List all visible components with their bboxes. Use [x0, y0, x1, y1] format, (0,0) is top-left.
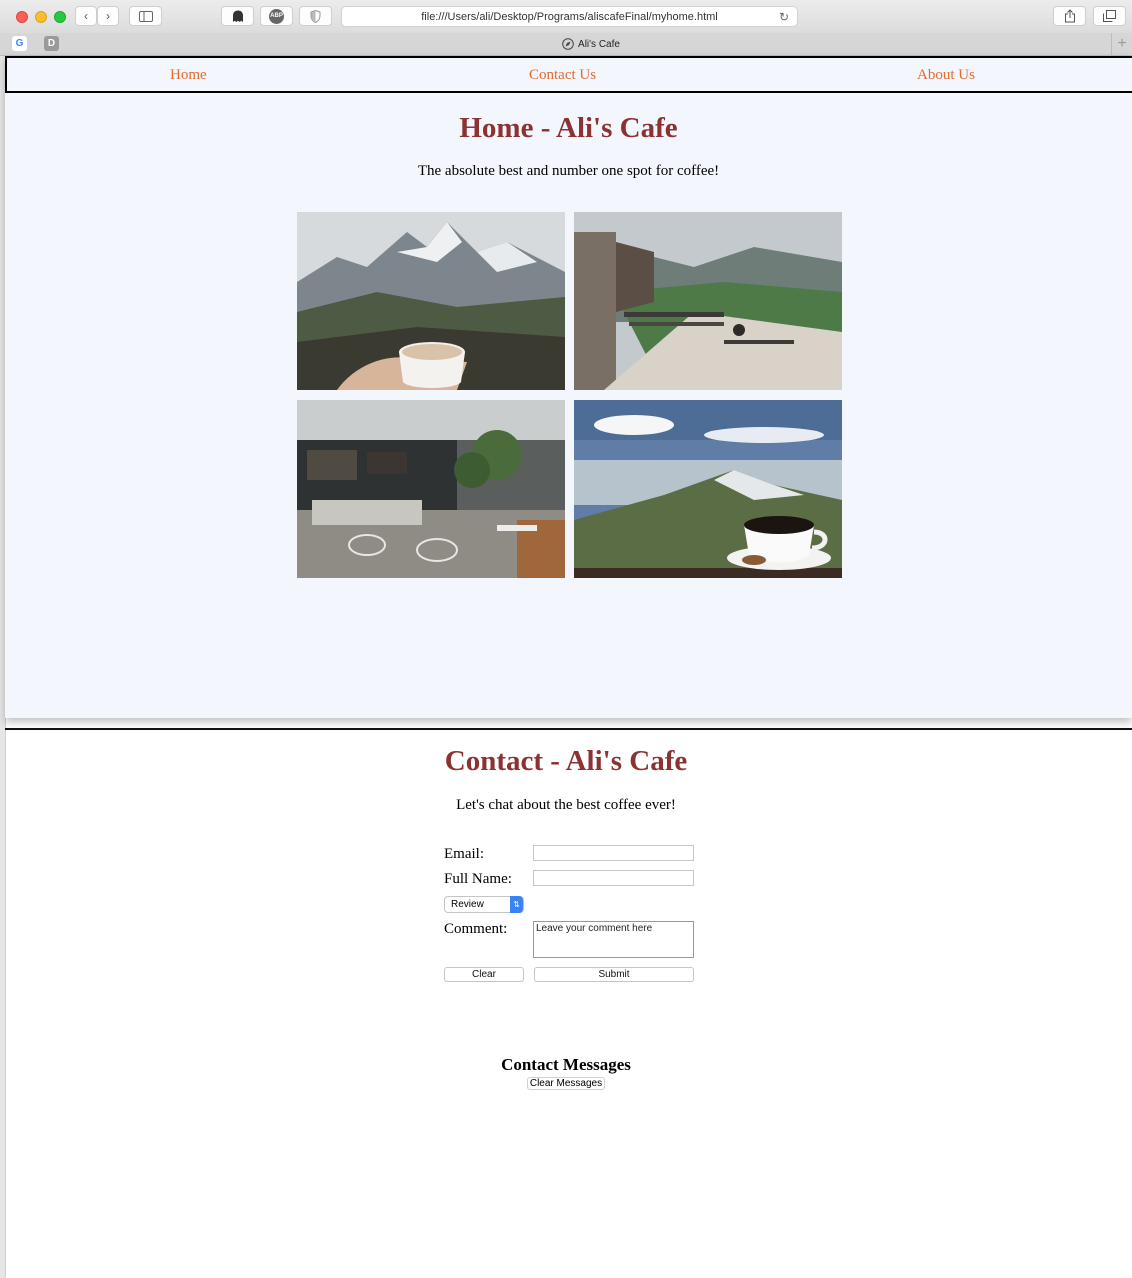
contact-tagline: Let's chat about the best coffee ever! [456, 797, 676, 813]
home-section: Home Contact Us About Us Home - Ali's Ca… [5, 56, 1132, 718]
comment-textarea[interactable]: Leave your comment here [533, 921, 694, 958]
fullname-label: Full Name: [444, 871, 512, 887]
sidebar-icon [138, 10, 153, 22]
compass-icon [562, 38, 574, 50]
balcony-mountain-view-photo [574, 212, 842, 390]
contact-messages-heading: Contact Messages [501, 1055, 631, 1074]
abp-icon: ABP [269, 8, 284, 24]
nav-home-link[interactable]: Home [170, 67, 207, 84]
home-title: Home - Ali's Cafe [459, 112, 678, 144]
tab-active[interactable]: Ali's Cafe [70, 33, 1112, 55]
contact-title: Contact - Ali's Cafe [444, 745, 688, 777]
share-icon [1064, 9, 1075, 23]
fullname-field[interactable] [533, 870, 694, 886]
nav-contact-link[interactable]: Contact Us [529, 67, 596, 84]
sidebar-toggle-button[interactable] [129, 6, 162, 26]
minimize-window-button[interactable] [35, 11, 47, 23]
updown-chevron-icon: ⇅ [510, 896, 523, 913]
reload-icon[interactable]: ↻ [779, 10, 789, 24]
google-favorite-icon[interactable]: G [12, 36, 27, 51]
ghostery-extension-button[interactable] [221, 6, 254, 26]
clear-messages-button[interactable]: Clear Messages [526, 1077, 606, 1090]
top-nav: Home Contact Us About Us [5, 56, 1132, 93]
tab-bar: G D Ali's Cafe + [0, 33, 1132, 56]
tab-overview-button[interactable] [1093, 6, 1126, 26]
back-button[interactable]: ‹ [75, 6, 97, 26]
section-divider [5, 728, 1132, 730]
address-bar[interactable]: file:///Users/ali/Desktop/Programs/alisc… [341, 6, 798, 27]
new-tab-button[interactable]: + [1111, 33, 1132, 55]
comment-label: Comment: [444, 921, 508, 937]
message-type-select[interactable]: Review ⇅ [444, 896, 524, 913]
url-text: file:///Users/ali/Desktop/Programs/alisc… [421, 10, 718, 23]
share-button[interactable] [1053, 6, 1086, 26]
submit-button[interactable]: Submit [534, 967, 694, 982]
clear-button[interactable]: Clear [444, 967, 524, 982]
tab-title: Ali's Cafe [578, 38, 620, 50]
ghost-icon [232, 10, 243, 22]
home-tagline: The absolute best and number one spot fo… [417, 163, 720, 179]
email-label: Email: [444, 846, 484, 862]
tabs-icon [1103, 10, 1116, 22]
adblock-extension-button[interactable]: ABP [260, 6, 293, 26]
mountain-coffee-cup-photo [297, 212, 565, 390]
forward-button[interactable]: › [97, 6, 119, 26]
favorite-d-icon[interactable]: D [44, 36, 59, 51]
close-window-button[interactable] [16, 11, 28, 23]
privacy-extension-button[interactable] [299, 6, 332, 26]
clear-messages-wrap: Clear Messages [0, 1077, 1132, 1090]
select-value: Review [451, 899, 484, 910]
email-field[interactable] [533, 845, 694, 861]
chevron-left-icon: ‹ [84, 9, 88, 23]
chevron-right-icon: › [106, 9, 110, 23]
coffee-over-valley-photo [574, 400, 842, 578]
browser-toolbar: ‹ › ABP file:///Users/ali/Desktop/Progra… [0, 0, 1132, 34]
shield-icon [310, 9, 321, 23]
cafe-interior-photo [297, 400, 565, 578]
zoom-window-button[interactable] [54, 11, 66, 23]
nav-about-link[interactable]: About Us [917, 67, 975, 84]
comment-placeholder: Leave your comment here [536, 923, 653, 934]
